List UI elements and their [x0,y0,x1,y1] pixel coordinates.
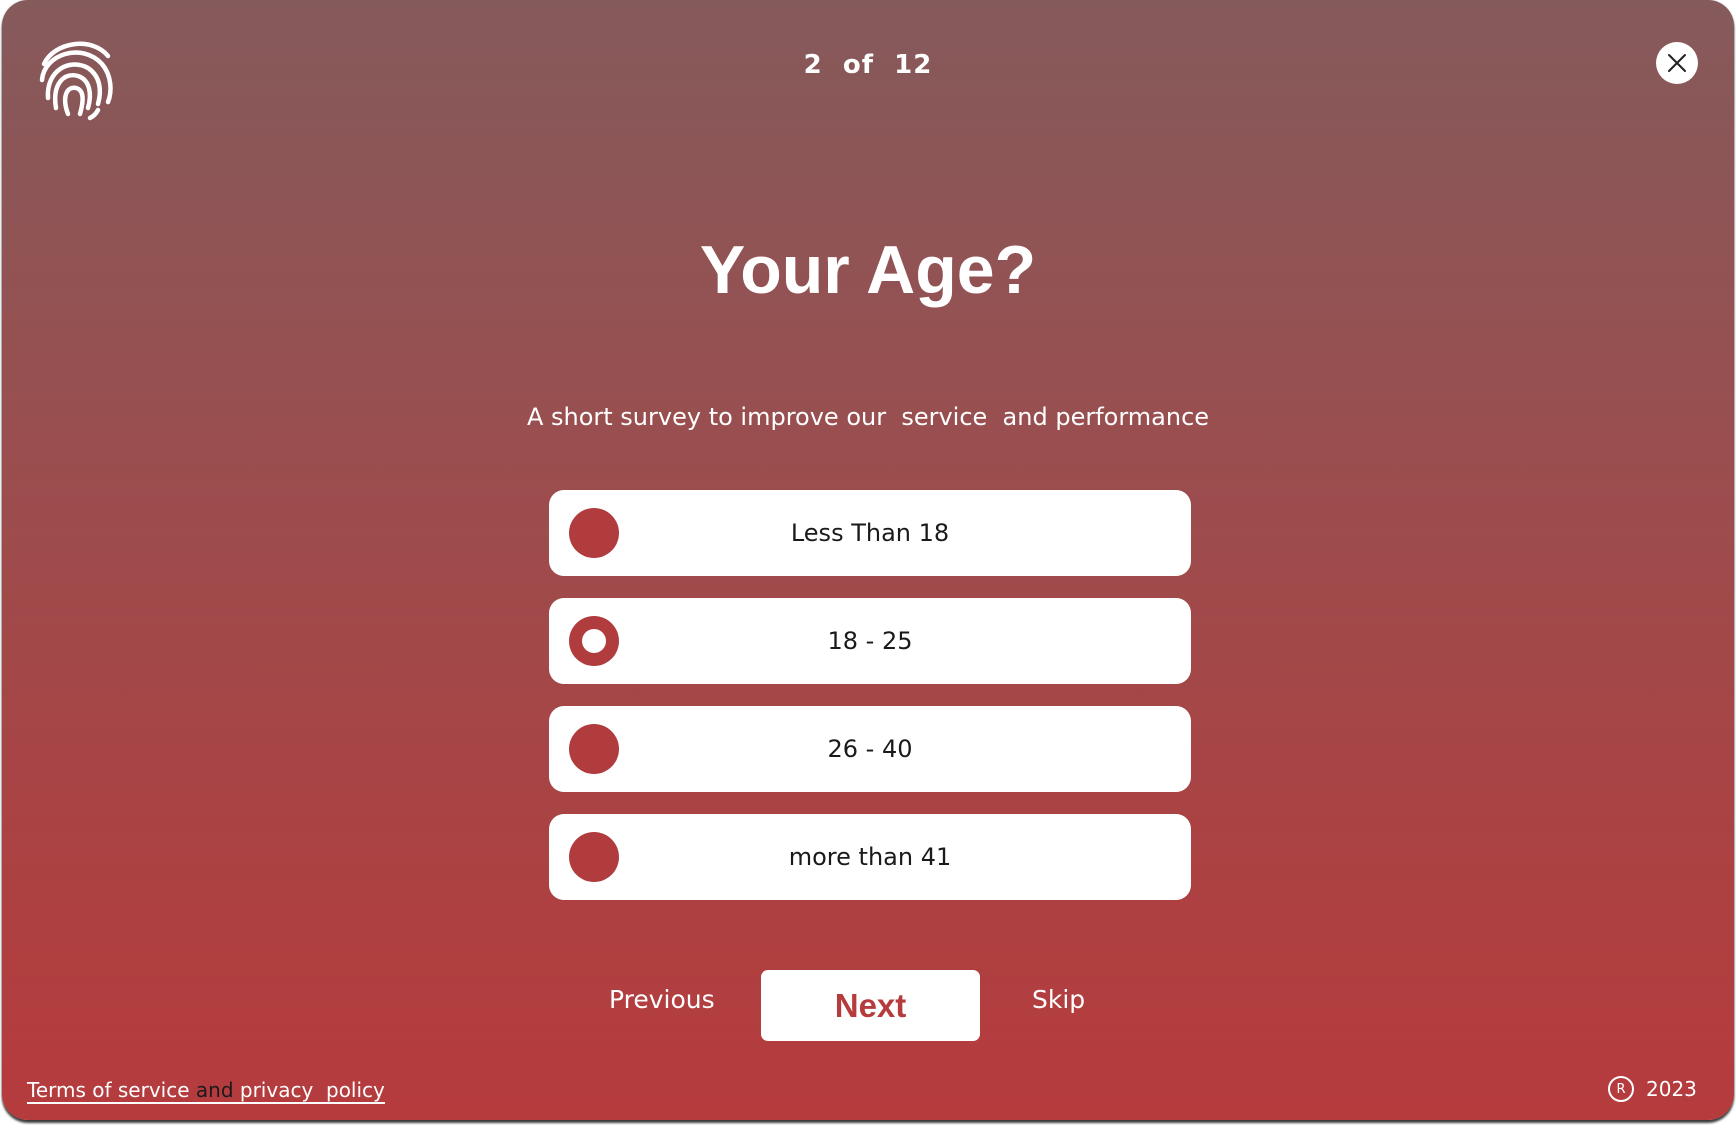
next-button[interactable]: Next [761,970,980,1041]
terms-of-service-link[interactable]: Terms of service [27,1078,190,1102]
current-step: 2 [803,50,823,80]
step-of-label: of [842,50,875,80]
option-less-than-18[interactable]: Less Than 18 [549,490,1191,576]
option-more-than-41[interactable]: more than 41 [549,814,1191,900]
and-label: and [195,1078,234,1102]
question-subtitle: A short survey to improve our service an… [526,403,1210,431]
close-button[interactable] [1656,42,1698,84]
skip-button[interactable]: Skip [1032,985,1085,1014]
privacy-policy-link[interactable]: privacy policy [240,1078,385,1102]
survey-modal: 2 of 12 Your Age? A short survey to impr… [2,0,1734,1120]
option-26-40[interactable]: 26 - 40 [549,706,1191,792]
option-18-25[interactable]: 18 - 25 [549,598,1191,684]
total-steps: 12 [894,50,933,80]
step-counter: 2 of 12 [2,50,1734,80]
option-label: 26 - 40 [827,735,913,763]
answer-options: Less Than 18 18 - 25 26 - 40 more than 4… [549,490,1191,922]
question-title: Your Age? [699,232,1037,308]
legal-links: Terms of service and privacy policy [27,1078,385,1104]
option-label: Less Than 18 [790,519,950,547]
option-label: more than 41 [788,843,952,871]
close-icon [1668,54,1686,72]
registered-icon: R [1608,1076,1634,1102]
option-label: 18 - 25 [827,627,913,655]
copyright: R 2023 [1608,1076,1697,1102]
copyright-year: 2023 [1646,1077,1697,1101]
previous-button[interactable]: Previous [609,985,715,1014]
